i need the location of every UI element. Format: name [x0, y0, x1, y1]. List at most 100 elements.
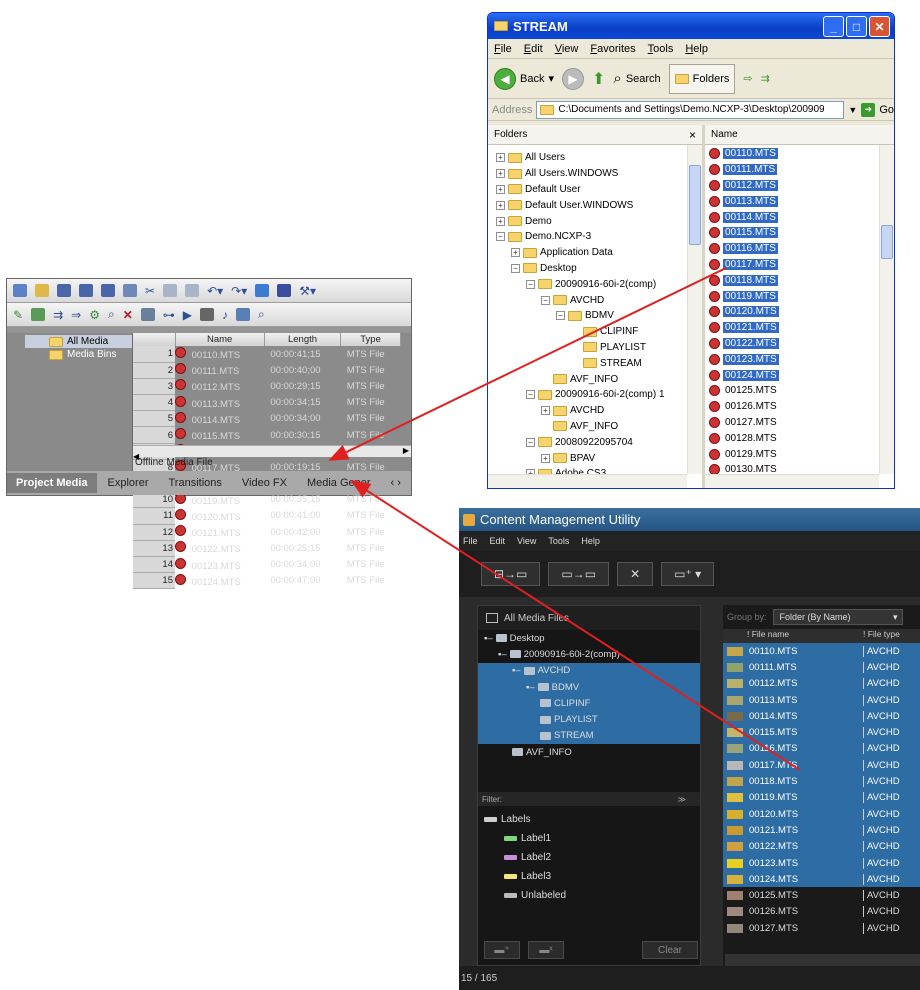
open-icon[interactable]	[35, 284, 49, 297]
menu-item-help[interactable]: Help	[581, 536, 600, 546]
import-folder-button[interactable]: ▭→▭	[548, 562, 610, 586]
address-dropdown-icon[interactable]: ▼	[848, 105, 857, 115]
expand-toggle-icon[interactable]: +	[496, 153, 505, 163]
media-row[interactable]: 3 00112.MTS 00:00:29;15 MTS File	[133, 378, 401, 396]
horizontal-scrollbar[interactable]	[488, 474, 687, 488]
export-button[interactable]: ▭⁺ ▾	[661, 562, 715, 586]
import-clips-button[interactable]: ⊟→▭	[481, 562, 541, 586]
panel-grip[interactable]	[7, 333, 25, 471]
group-by-select[interactable]: Folder (By Name) ▾	[772, 609, 903, 625]
expand-toggle-icon[interactable]: +	[541, 453, 550, 463]
media-row[interactable]: 13 00122.MTS 00:00:25;15 MTS File	[133, 540, 401, 557]
tab-transitions[interactable]: Transitions	[160, 473, 231, 493]
menu-item-favorites[interactable]: Favorites	[590, 43, 635, 55]
file-list-item[interactable]: 00128.MTS	[705, 430, 894, 446]
file-list-item[interactable]: 00123.MTS	[705, 351, 894, 367]
expand-toggle-icon[interactable]: +	[496, 169, 505, 179]
expand-toggle-icon[interactable]: −	[556, 311, 565, 321]
file-list-item[interactable]: 00119.MTS AVCHD	[723, 789, 920, 806]
expand-toggle-icon[interactable]: −	[511, 263, 520, 273]
menu-item-edit[interactable]: Edit	[524, 43, 543, 55]
folder-tree-item[interactable]: − Desktop	[496, 261, 702, 277]
expand-toggle-icon[interactable]: −	[541, 295, 550, 305]
views-icon[interactable]	[235, 308, 250, 321]
media-tree-item[interactable]: Media Bins	[25, 348, 132, 361]
file-list-item[interactable]: 00117.MTS	[705, 257, 894, 273]
expand-toggle-icon[interactable]: −	[526, 279, 535, 289]
column-header-name[interactable]: Name	[175, 333, 265, 346]
horizontal-scrollbar[interactable]: ◀ ▶	[133, 445, 411, 461]
remove-icon[interactable]: ✕	[123, 308, 133, 322]
folder-tree-item[interactable]: CLIPINF	[478, 695, 700, 712]
menu-item-file[interactable]: File	[494, 43, 512, 55]
file-list-item[interactable]: 00113.MTS AVCHD	[723, 691, 920, 709]
folder-tree-item[interactable]: + Demo	[496, 213, 702, 229]
add-label-button[interactable]: ▬⁺	[484, 941, 520, 959]
tool-icon[interactable]: ⚒▾	[299, 284, 316, 298]
back-button[interactable]: ◀ Back ▾	[494, 67, 554, 90]
file-list-item[interactable]: 00125.MTS AVCHD	[723, 887, 920, 903]
capture-icon[interactable]	[31, 308, 46, 321]
save-as-icon[interactable]	[79, 284, 93, 297]
clear-filter-button[interactable]: Clear	[642, 941, 698, 959]
media-tree-item[interactable]: All Media	[25, 335, 132, 348]
folder-tree-item[interactable]: + All Users.WINDOWS	[496, 166, 702, 182]
folder-tree-item[interactable]: − 20080922095704	[496, 434, 702, 450]
file-list-item[interactable]: 00115.MTS AVCHD	[723, 724, 920, 741]
vertical-scrollbar[interactable]	[687, 145, 702, 474]
file-list-item[interactable]: 00116.MTS	[705, 241, 894, 257]
tab-video-fx[interactable]: Video FX	[233, 473, 296, 493]
tab-scroll-icon[interactable]: ‹ ›	[382, 473, 410, 493]
file-list-item[interactable]: 00126.MTS	[705, 399, 894, 415]
expand-toggle-icon[interactable]: ▪–	[526, 682, 535, 693]
file-list-item[interactable]: 00124.MTS	[705, 367, 894, 383]
label-item[interactable]: Label1	[484, 829, 566, 848]
move-to-icon[interactable]: ⇨	[743, 72, 752, 85]
media-row[interactable]: 15 00124.MTS 00:00:47;00 MTS File	[133, 572, 401, 590]
folder-tree-item[interactable]: STREAM	[478, 727, 700, 745]
expand-toggle-icon[interactable]: −	[526, 437, 535, 447]
scroll-right-icon[interactable]: ▶	[403, 446, 409, 455]
file-list-item[interactable]: 00112.MTS AVCHD	[723, 675, 920, 692]
file-list-item[interactable]: 00125.MTS	[705, 383, 894, 399]
all-media-files[interactable]: All Media Files	[478, 606, 700, 630]
menu-item-tools[interactable]: Tools	[648, 43, 674, 55]
menu-item-view[interactable]: View	[517, 536, 536, 546]
media-row[interactable]: 12 00121.MTS 00:00:42;00 MTS File	[133, 524, 401, 541]
folder-tree-item[interactable]: − 20090916-60i-2(comp)	[496, 276, 702, 292]
file-list-item[interactable]: 00122.MTS	[705, 336, 894, 352]
folders-button[interactable]: Folders	[668, 63, 736, 94]
folder-tree-item[interactable]: ▪– 20090916-60i-2(comp)	[478, 646, 700, 662]
go-button[interactable]: Go	[879, 104, 894, 116]
render-icon[interactable]	[101, 284, 115, 297]
menu-item-file[interactable]: File	[463, 536, 478, 546]
close-pane-button[interactable]: ×	[689, 128, 696, 142]
file-list-item[interactable]: 00110.MTS	[705, 146, 894, 162]
media-row[interactable]: 14 00123.MTS 00:00:34;00 MTS File	[133, 556, 401, 574]
horizontal-scrollbar[interactable]	[705, 474, 879, 488]
file-list-item[interactable]: 00121.MTS	[705, 320, 894, 336]
label-item[interactable]: Label2	[484, 848, 566, 867]
label-item[interactable]: Labels	[484, 810, 566, 829]
file-list-item[interactable]: 00126.MTS AVCHD	[723, 904, 920, 920]
file-list-item[interactable]: 00113.MTS	[705, 193, 894, 209]
list-horizontal-scrollbar[interactable]	[725, 954, 920, 966]
file-list-item[interactable]: 00114.MTS	[705, 209, 894, 225]
expand-toggle-icon[interactable]: +	[496, 184, 505, 194]
expand-toggle-icon[interactable]: −	[496, 232, 505, 242]
media-row[interactable]: 11 00120.MTS 00:00:41;00 MTS File	[133, 507, 401, 525]
remove-label-button[interactable]: ▬ˣ	[528, 941, 564, 959]
file-list-item[interactable]: 00121.MTS AVCHD	[723, 822, 920, 839]
folder-tree-item[interactable]: + Default User.WINDOWS	[496, 197, 702, 213]
folder-tree-item[interactable]: AVF_INFO	[496, 371, 702, 387]
search-icon[interactable]: ⌕	[108, 307, 115, 322]
expand-toggle-icon[interactable]: +	[511, 248, 520, 258]
folder-tree-item[interactable]: AVF_INFO	[478, 744, 700, 760]
close-button[interactable]: ✕	[869, 16, 890, 37]
forward-button[interactable]: ▶	[562, 67, 584, 90]
file-list-item[interactable]: 00118.MTS AVCHD	[723, 773, 920, 790]
expand-toggle-icon[interactable]: +	[496, 216, 505, 226]
folder-tree-item[interactable]: PLAYLIST	[478, 711, 700, 728]
tab-project-media[interactable]: Project Media	[7, 473, 97, 493]
folder-tree-item[interactable]: AVF_INFO	[496, 419, 702, 435]
